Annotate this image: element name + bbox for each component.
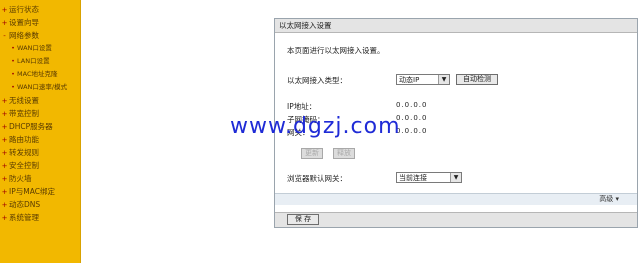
- update-button[interactable]: 更新: [301, 148, 323, 159]
- panel-title: 以太网接入设置: [275, 19, 637, 33]
- sidebar-item-label: 网络参数: [9, 31, 39, 40]
- ip-label: IP地址：: [287, 102, 317, 111]
- access-type-value: 动态IP: [399, 76, 420, 84]
- sidebar-item-label: 设置向导: [9, 18, 39, 27]
- sidebar-item[interactable]: + 动态DNS: [0, 198, 80, 211]
- bottom-bar: 保 存: [275, 212, 637, 227]
- release-button[interactable]: 释放: [333, 148, 355, 159]
- sidebar-item-label: 带宽控制: [9, 109, 39, 118]
- sidebar-item[interactable]: • LAN口设置: [0, 55, 80, 68]
- sidebar-item-label: WAN口设置: [17, 44, 52, 52]
- ip-value: 0.0.0.0: [396, 101, 428, 109]
- sidebar-item[interactable]: + 带宽控制: [0, 107, 80, 120]
- gateway-select-value: 当前连接: [399, 174, 427, 182]
- plus-icon: +: [1, 214, 8, 222]
- sidebar-item-label: 运行状态: [9, 5, 39, 14]
- sidebar-item[interactable]: - 网络参数: [0, 29, 80, 42]
- sidebar-item-label: LAN口设置: [17, 57, 50, 65]
- sidebar-item[interactable]: + 安全控制: [0, 159, 80, 172]
- sidebar-item[interactable]: + 路由功能: [0, 133, 80, 146]
- watermark-text: www.dgzj.com: [230, 114, 401, 139]
- gateway-value: 0.0.0.0: [396, 127, 428, 135]
- advanced-bar: 高级 ▾: [275, 193, 637, 205]
- bullet-icon: •: [11, 84, 15, 91]
- save-button[interactable]: 保 存: [287, 214, 319, 225]
- sidebar-item[interactable]: + 无线设置: [0, 94, 80, 107]
- advanced-link[interactable]: 高级 ▾: [599, 194, 619, 205]
- sidebar-item[interactable]: + 运行状态: [0, 3, 80, 16]
- sidebar-item-label: 路由功能: [9, 135, 39, 144]
- chevron-down-icon: ▼: [438, 75, 449, 84]
- sidebar-item[interactable]: + 防火墙: [0, 172, 80, 185]
- bullet-icon: •: [11, 71, 15, 78]
- gateway-select-label: 浏览器默认网关：: [287, 174, 347, 183]
- sidebar-item-label: WAN口速率/模式: [17, 83, 68, 91]
- sidebar-item-label: IP与MAC绑定: [9, 187, 55, 196]
- sidebar-item-label: 无线设置: [9, 96, 39, 105]
- sidebar-item[interactable]: • MAC地址克隆: [0, 68, 80, 81]
- sidebar-item[interactable]: • WAN口设置: [0, 42, 80, 55]
- sidebar-item[interactable]: + IP与MAC绑定: [0, 185, 80, 198]
- sidebar-item[interactable]: + 转发规则: [0, 146, 80, 159]
- sidebar-item[interactable]: + 系统管理: [0, 211, 80, 224]
- chevron-down-icon: ▼: [450, 173, 461, 182]
- sidebar-item[interactable]: • WAN口速率/模式: [0, 81, 80, 94]
- sidebar-item-label: 安全控制: [9, 161, 39, 170]
- chevron-down-icon: ▾: [615, 195, 619, 203]
- sidebar-item-label: 防火墙: [9, 174, 32, 183]
- sidebar-item-label: 系统管理: [9, 213, 39, 222]
- access-type-label: 以太网接入类型：: [287, 76, 347, 85]
- advanced-link-label: 高级: [599, 195, 614, 203]
- bullet-icon: •: [11, 45, 15, 52]
- ip-row: IP地址：: [287, 101, 399, 112]
- sidebar-item[interactable]: + DHCP服务器: [0, 120, 80, 133]
- access-type-row: 以太网接入类型：: [287, 75, 399, 86]
- sidebar-item-label: 动态DNS: [9, 200, 41, 209]
- sidebar-menu: + 运行状态 + 设置向导 - 网络参数 • WAN口设置 • LAN口设置 • MAC地址克隆 • WA…: [0, 0, 81, 263]
- gateway-select-row: 浏览器默认网关：: [287, 173, 399, 184]
- intro-text: 本页面进行以太网接入设置。: [287, 46, 385, 55]
- access-type-select[interactable]: 动态IP ▼: [396, 74, 450, 85]
- sidebar-item-label: DHCP服务器: [9, 122, 53, 131]
- mask-value: 0.0.0.0: [396, 114, 428, 122]
- auto-detect-button[interactable]: 自动检测: [456, 74, 498, 85]
- sidebar-item-label: 转发规则: [9, 148, 39, 157]
- gateway-select[interactable]: 当前连接 ▼: [396, 172, 462, 183]
- bullet-icon: •: [11, 58, 15, 65]
- sidebar-item-label: MAC地址克隆: [17, 70, 58, 78]
- sidebar-item[interactable]: + 设置向导: [0, 16, 80, 29]
